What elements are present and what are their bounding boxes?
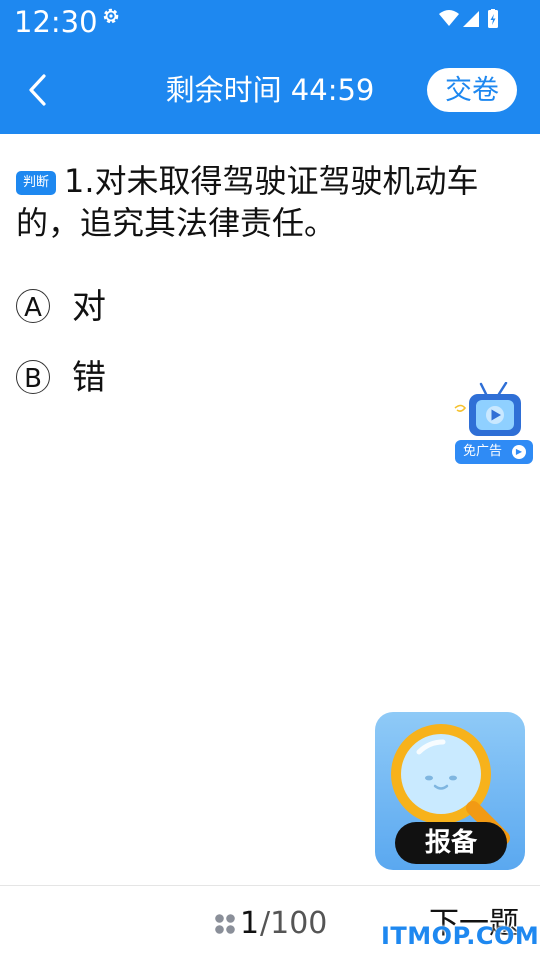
question-text-block: 判断 1.对未取得驾驶证驾驶机动车的，追究其法律责任。 xyxy=(16,160,528,244)
status-icons xyxy=(439,9,498,28)
submit-exam-button[interactable]: 交卷 xyxy=(427,68,517,112)
settings-icon xyxy=(103,8,119,24)
grid-icon xyxy=(215,914,235,934)
chevron-left-icon xyxy=(29,74,46,106)
watermark: ITMOP.COM xyxy=(381,922,540,950)
total-questions: /100 xyxy=(260,906,328,941)
option-a[interactable]: A 对 xyxy=(16,286,316,330)
option-b[interactable]: B 错 xyxy=(16,357,316,401)
ad-free-widget[interactable]: 免广告 ▶ xyxy=(451,382,537,468)
status-bar: 12:30 xyxy=(0,0,540,46)
app-bar: 剩余时间 44:59 交卷 xyxy=(0,46,540,134)
status-time: 12:30 xyxy=(14,5,98,39)
signup-widget[interactable]: 报备 xyxy=(375,712,525,870)
question-type-badge: 判断 xyxy=(16,171,57,195)
option-letter: A xyxy=(16,289,50,323)
ad-free-label: 免广告 ▶ xyxy=(455,440,533,464)
play-icon: ▶ xyxy=(512,445,526,459)
question-text: 1.对未取得驾驶证驾驶机动车的，追究其法律责任。 xyxy=(16,162,479,242)
tv-play-icon xyxy=(454,382,521,436)
wifi-icon xyxy=(439,10,459,26)
back-button[interactable] xyxy=(16,68,60,112)
option-text: 对 xyxy=(72,287,106,327)
signup-label: 报备 xyxy=(395,822,507,864)
battery-charging-icon xyxy=(488,9,498,28)
signal-icon xyxy=(463,11,479,27)
current-question-number: 1 xyxy=(240,906,260,941)
option-text: 错 xyxy=(72,358,106,398)
option-letter: B xyxy=(16,360,50,394)
ad-free-text: 免广告 xyxy=(463,444,503,459)
